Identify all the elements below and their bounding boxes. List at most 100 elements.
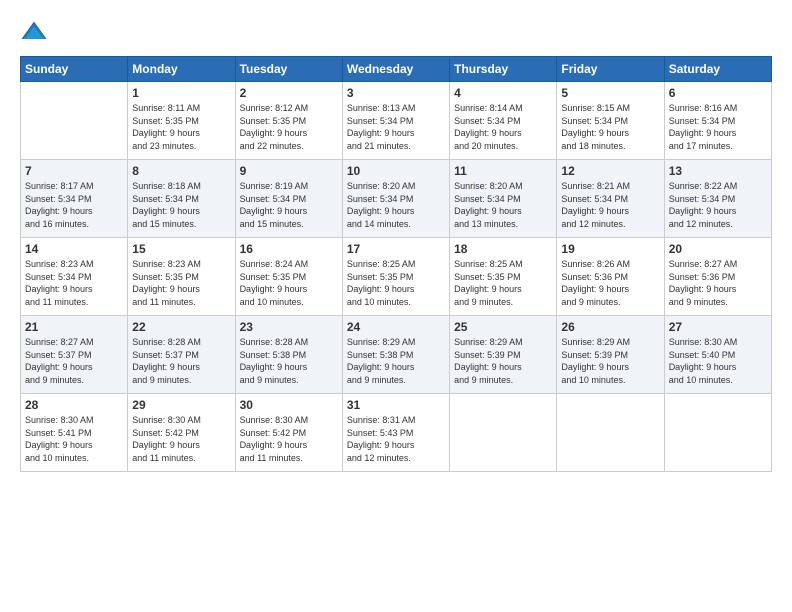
day-info: Sunrise: 8:22 AM Sunset: 5:34 PM Dayligh… (669, 180, 767, 230)
day-info: Sunrise: 8:20 AM Sunset: 5:34 PM Dayligh… (454, 180, 552, 230)
day-number: 11 (454, 164, 552, 178)
day-number: 12 (561, 164, 659, 178)
calendar-cell (557, 394, 664, 472)
calendar-cell: 23 Sunrise: 8:28 AM Sunset: 5:38 PM Dayli… (235, 316, 342, 394)
calendar-week-row: 21 Sunrise: 8:27 AM Sunset: 5:37 PM Dayli… (21, 316, 772, 394)
weekday-header-monday: Monday (128, 57, 235, 82)
weekday-header-wednesday: Wednesday (342, 57, 449, 82)
calendar-cell: 24Sunrise: 8:29 AM Sunset: 5:38 PM Dayli… (342, 316, 449, 394)
calendar-cell: 5 Sunrise: 8:15 AM Sunset: 5:34 PM Daylig… (557, 82, 664, 160)
calendar-cell: 21 Sunrise: 8:27 AM Sunset: 5:37 PM Dayli… (21, 316, 128, 394)
calendar-week-row: 28 Sunrise: 8:30 AM Sunset: 5:41 PM Dayli… (21, 394, 772, 472)
day-number: 4 (454, 86, 552, 100)
day-info: Sunrise: 8:28 AM Sunset: 5:37 PM Dayligh… (132, 336, 230, 386)
calendar-cell: 25Sunrise: 8:29 AM Sunset: 5:39 PM Dayli… (450, 316, 557, 394)
day-number: 7 (25, 164, 123, 178)
day-number: 15 (132, 242, 230, 256)
calendar-cell: 14 Sunrise: 8:23 AM Sunset: 5:34 PM Dayli… (21, 238, 128, 316)
calendar-cell: 31Sunrise: 8:31 AM Sunset: 5:43 PM Dayli… (342, 394, 449, 472)
day-number: 8 (132, 164, 230, 178)
day-number: 3 (347, 86, 445, 100)
day-info: Sunrise: 8:20 AM Sunset: 5:34 PM Dayligh… (347, 180, 445, 230)
day-info: Sunrise: 8:16 AM Sunset: 5:34 PM Dayligh… (669, 102, 767, 152)
day-number: 16 (240, 242, 338, 256)
day-number: 10 (347, 164, 445, 178)
calendar-cell: 10 Sunrise: 8:20 AM Sunset: 5:34 PM Dayli… (342, 160, 449, 238)
calendar-cell: 7 Sunrise: 8:17 AM Sunset: 5:34 PM Daylig… (21, 160, 128, 238)
day-info: Sunrise: 8:29 AM Sunset: 5:39 PM Dayligh… (454, 336, 552, 386)
calendar-cell: 11 Sunrise: 8:20 AM Sunset: 5:34 PM Dayli… (450, 160, 557, 238)
weekday-header-saturday: Saturday (664, 57, 771, 82)
day-info: Sunrise: 8:15 AM Sunset: 5:34 PM Dayligh… (561, 102, 659, 152)
day-number: 23 (240, 320, 338, 334)
calendar-cell: 20 Sunrise: 8:27 AM Sunset: 5:36 PM Dayli… (664, 238, 771, 316)
day-info: Sunrise: 8:28 AM Sunset: 5:38 PM Dayligh… (240, 336, 338, 386)
day-info: Sunrise: 8:17 AM Sunset: 5:34 PM Dayligh… (25, 180, 123, 230)
day-info: Sunrise: 8:27 AM Sunset: 5:37 PM Dayligh… (25, 336, 123, 386)
day-info: Sunrise: 8:25 AM Sunset: 5:35 PM Dayligh… (454, 258, 552, 308)
calendar-cell (450, 394, 557, 472)
day-info: Sunrise: 8:30 AM Sunset: 5:40 PM Dayligh… (669, 336, 767, 386)
calendar-cell: 18 Sunrise: 8:25 AM Sunset: 5:35 PM Dayli… (450, 238, 557, 316)
calendar-table: SundayMondayTuesdayWednesdayThursdayFrid… (20, 56, 772, 472)
day-number: 2 (240, 86, 338, 100)
day-info: Sunrise: 8:26 AM Sunset: 5:36 PM Dayligh… (561, 258, 659, 308)
calendar-body: 1 Sunrise: 8:11 AM Sunset: 5:35 PM Daylig… (21, 82, 772, 472)
logo-icon (20, 18, 48, 46)
calendar-week-row: 1 Sunrise: 8:11 AM Sunset: 5:35 PM Daylig… (21, 82, 772, 160)
weekday-row: SundayMondayTuesdayWednesdayThursdayFrid… (21, 57, 772, 82)
day-number: 13 (669, 164, 767, 178)
day-number: 31 (347, 398, 445, 412)
day-info: Sunrise: 8:30 AM Sunset: 5:42 PM Dayligh… (240, 414, 338, 464)
day-info: Sunrise: 8:30 AM Sunset: 5:41 PM Dayligh… (25, 414, 123, 464)
day-info: Sunrise: 8:27 AM Sunset: 5:36 PM Dayligh… (669, 258, 767, 308)
day-number: 14 (25, 242, 123, 256)
page: SundayMondayTuesdayWednesdayThursdayFrid… (0, 0, 792, 612)
day-info: Sunrise: 8:29 AM Sunset: 5:39 PM Dayligh… (561, 336, 659, 386)
day-number: 19 (561, 242, 659, 256)
calendar-cell: 6 Sunrise: 8:16 AM Sunset: 5:34 PM Daylig… (664, 82, 771, 160)
day-info: Sunrise: 8:24 AM Sunset: 5:35 PM Dayligh… (240, 258, 338, 308)
calendar-cell: 16 Sunrise: 8:24 AM Sunset: 5:35 PM Dayli… (235, 238, 342, 316)
day-number: 26 (561, 320, 659, 334)
day-number: 5 (561, 86, 659, 100)
weekday-header-sunday: Sunday (21, 57, 128, 82)
day-info: Sunrise: 8:19 AM Sunset: 5:34 PM Dayligh… (240, 180, 338, 230)
day-number: 28 (25, 398, 123, 412)
day-number: 18 (454, 242, 552, 256)
header (20, 18, 772, 46)
calendar-cell: 26 Sunrise: 8:29 AM Sunset: 5:39 PM Dayli… (557, 316, 664, 394)
day-number: 17 (347, 242, 445, 256)
calendar-week-row: 14 Sunrise: 8:23 AM Sunset: 5:34 PM Dayli… (21, 238, 772, 316)
day-number: 21 (25, 320, 123, 334)
day-number: 1 (132, 86, 230, 100)
day-number: 29 (132, 398, 230, 412)
calendar-cell: 13 Sunrise: 8:22 AM Sunset: 5:34 PM Dayli… (664, 160, 771, 238)
calendar-cell: 22 Sunrise: 8:28 AM Sunset: 5:37 PM Dayli… (128, 316, 235, 394)
logo (20, 18, 52, 46)
day-info: Sunrise: 8:14 AM Sunset: 5:34 PM Dayligh… (454, 102, 552, 152)
weekday-header-thursday: Thursday (450, 57, 557, 82)
day-info: Sunrise: 8:23 AM Sunset: 5:34 PM Dayligh… (25, 258, 123, 308)
day-number: 6 (669, 86, 767, 100)
calendar-cell: 9 Sunrise: 8:19 AM Sunset: 5:34 PM Daylig… (235, 160, 342, 238)
calendar-cell: 28 Sunrise: 8:30 AM Sunset: 5:41 PM Dayli… (21, 394, 128, 472)
calendar-cell (21, 82, 128, 160)
calendar-cell: 15 Sunrise: 8:23 AM Sunset: 5:35 PM Dayli… (128, 238, 235, 316)
calendar-cell: 19 Sunrise: 8:26 AM Sunset: 5:36 PM Dayli… (557, 238, 664, 316)
calendar-cell: 3Sunrise: 8:13 AM Sunset: 5:34 PM Daylig… (342, 82, 449, 160)
day-number: 9 (240, 164, 338, 178)
calendar-cell: 1 Sunrise: 8:11 AM Sunset: 5:35 PM Daylig… (128, 82, 235, 160)
day-info: Sunrise: 8:23 AM Sunset: 5:35 PM Dayligh… (132, 258, 230, 308)
calendar-header: SundayMondayTuesdayWednesdayThursdayFrid… (21, 57, 772, 82)
day-number: 22 (132, 320, 230, 334)
day-info: Sunrise: 8:11 AM Sunset: 5:35 PM Dayligh… (132, 102, 230, 152)
calendar-cell: 2 Sunrise: 8:12 AM Sunset: 5:35 PM Daylig… (235, 82, 342, 160)
day-info: Sunrise: 8:29 AM Sunset: 5:38 PM Dayligh… (347, 336, 445, 386)
calendar-cell: 12Sunrise: 8:21 AM Sunset: 5:34 PM Dayli… (557, 160, 664, 238)
day-number: 30 (240, 398, 338, 412)
calendar-cell: 4 Sunrise: 8:14 AM Sunset: 5:34 PM Daylig… (450, 82, 557, 160)
day-info: Sunrise: 8:12 AM Sunset: 5:35 PM Dayligh… (240, 102, 338, 152)
calendar-week-row: 7 Sunrise: 8:17 AM Sunset: 5:34 PM Daylig… (21, 160, 772, 238)
day-number: 20 (669, 242, 767, 256)
